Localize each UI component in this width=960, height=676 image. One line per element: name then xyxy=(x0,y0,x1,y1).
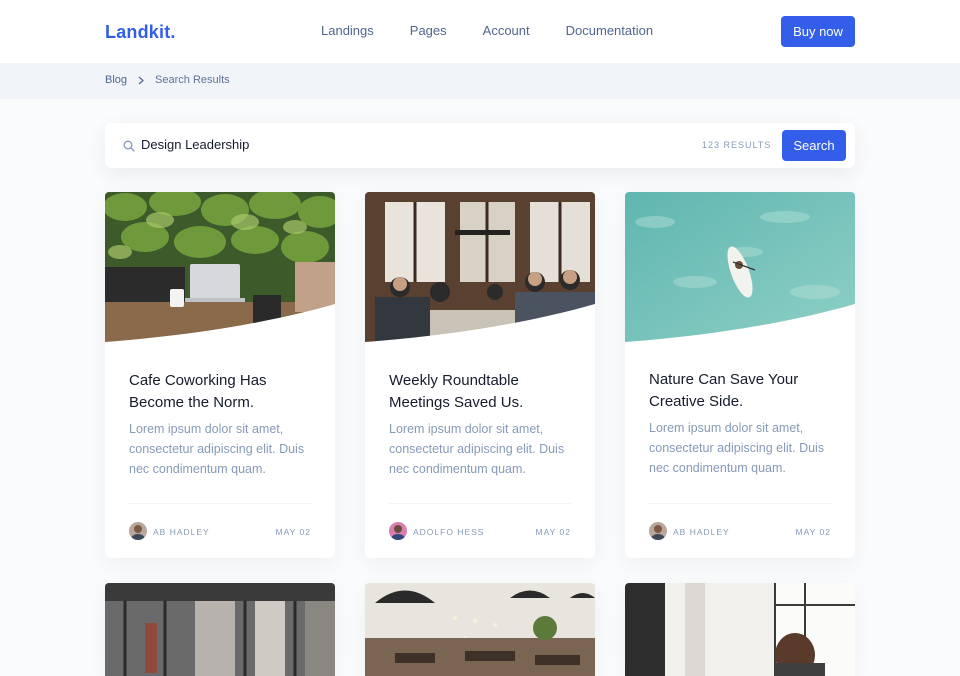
blog-card[interactable] xyxy=(105,583,335,676)
nav-link-landings[interactable]: Landings xyxy=(321,23,374,38)
breadcrumb-item-search-results: Search Results xyxy=(155,74,230,86)
card-excerpt: Lorem ipsum dolor sit amet, consectetur … xyxy=(389,422,565,476)
avatar xyxy=(649,522,667,540)
blog-card[interactable] xyxy=(625,583,855,676)
blog-card[interactable]: Nature Can Save Your Creative Side. Lore… xyxy=(625,192,855,558)
card-date: MAY 02 xyxy=(275,527,311,537)
nav-link-account[interactable]: Account xyxy=(483,23,530,38)
search-button[interactable]: Search xyxy=(782,130,846,161)
blog-card[interactable] xyxy=(365,583,595,676)
card-divider xyxy=(649,503,831,504)
chevron-right-icon xyxy=(137,75,145,85)
navbar: Landkit. Landings Pages Account Document… xyxy=(0,0,960,63)
card-author[interactable]: AB HADLEY xyxy=(673,527,730,537)
meeting-table-photo[interactable] xyxy=(365,192,595,346)
paddleboard-water-photo[interactable] xyxy=(625,192,855,346)
search-input[interactable] xyxy=(141,137,561,152)
cafe-laptop-photo[interactable] xyxy=(105,192,335,346)
avatar xyxy=(389,522,407,540)
restaurant-interior-photo[interactable] xyxy=(365,583,595,676)
breadcrumb: Blog Search Results xyxy=(105,74,230,86)
blog-card[interactable]: Weekly Roundtable Meetings Saved Us. Lor… xyxy=(365,192,595,558)
card-excerpt: Lorem ipsum dolor sit amet, consectetur … xyxy=(649,421,825,475)
card-excerpt: Lorem ipsum dolor sit amet, consectetur … xyxy=(129,422,305,476)
breadcrumb-item-blog[interactable]: Blog xyxy=(105,74,127,86)
nav-link-pages[interactable]: Pages xyxy=(410,23,447,38)
results-count: 123 RESULTS xyxy=(702,140,772,150)
card-date: MAY 02 xyxy=(535,527,571,537)
buy-now-button[interactable]: Buy now xyxy=(781,16,855,47)
woman-window-photo[interactable] xyxy=(625,583,855,676)
breadcrumb-bar: Blog Search Results xyxy=(0,63,960,99)
main-nav: Landings Pages Account Documentation xyxy=(321,23,653,38)
office-hallway-photo[interactable] xyxy=(105,583,335,676)
blog-card[interactable]: Cafe Coworking Has Become the Norm. Lore… xyxy=(105,192,335,558)
card-divider xyxy=(129,503,311,504)
card-title[interactable]: Weekly Roundtable Meetings Saved Us. xyxy=(389,370,574,414)
card-author[interactable]: AB HADLEY xyxy=(153,527,210,537)
card-title[interactable]: Cafe Coworking Has Become the Norm. xyxy=(129,370,314,414)
card-title[interactable]: Nature Can Save Your Creative Side. xyxy=(649,369,834,413)
nav-link-documentation[interactable]: Documentation xyxy=(566,23,653,38)
card-date: MAY 02 xyxy=(795,527,831,537)
card-author[interactable]: ADOLFO HESS xyxy=(413,527,484,537)
search-bar: 123 RESULTS Search xyxy=(105,123,855,168)
brand-logo[interactable]: Landkit. xyxy=(105,22,176,43)
avatar xyxy=(129,522,147,540)
card-divider xyxy=(389,503,571,504)
search-icon xyxy=(123,139,135,152)
